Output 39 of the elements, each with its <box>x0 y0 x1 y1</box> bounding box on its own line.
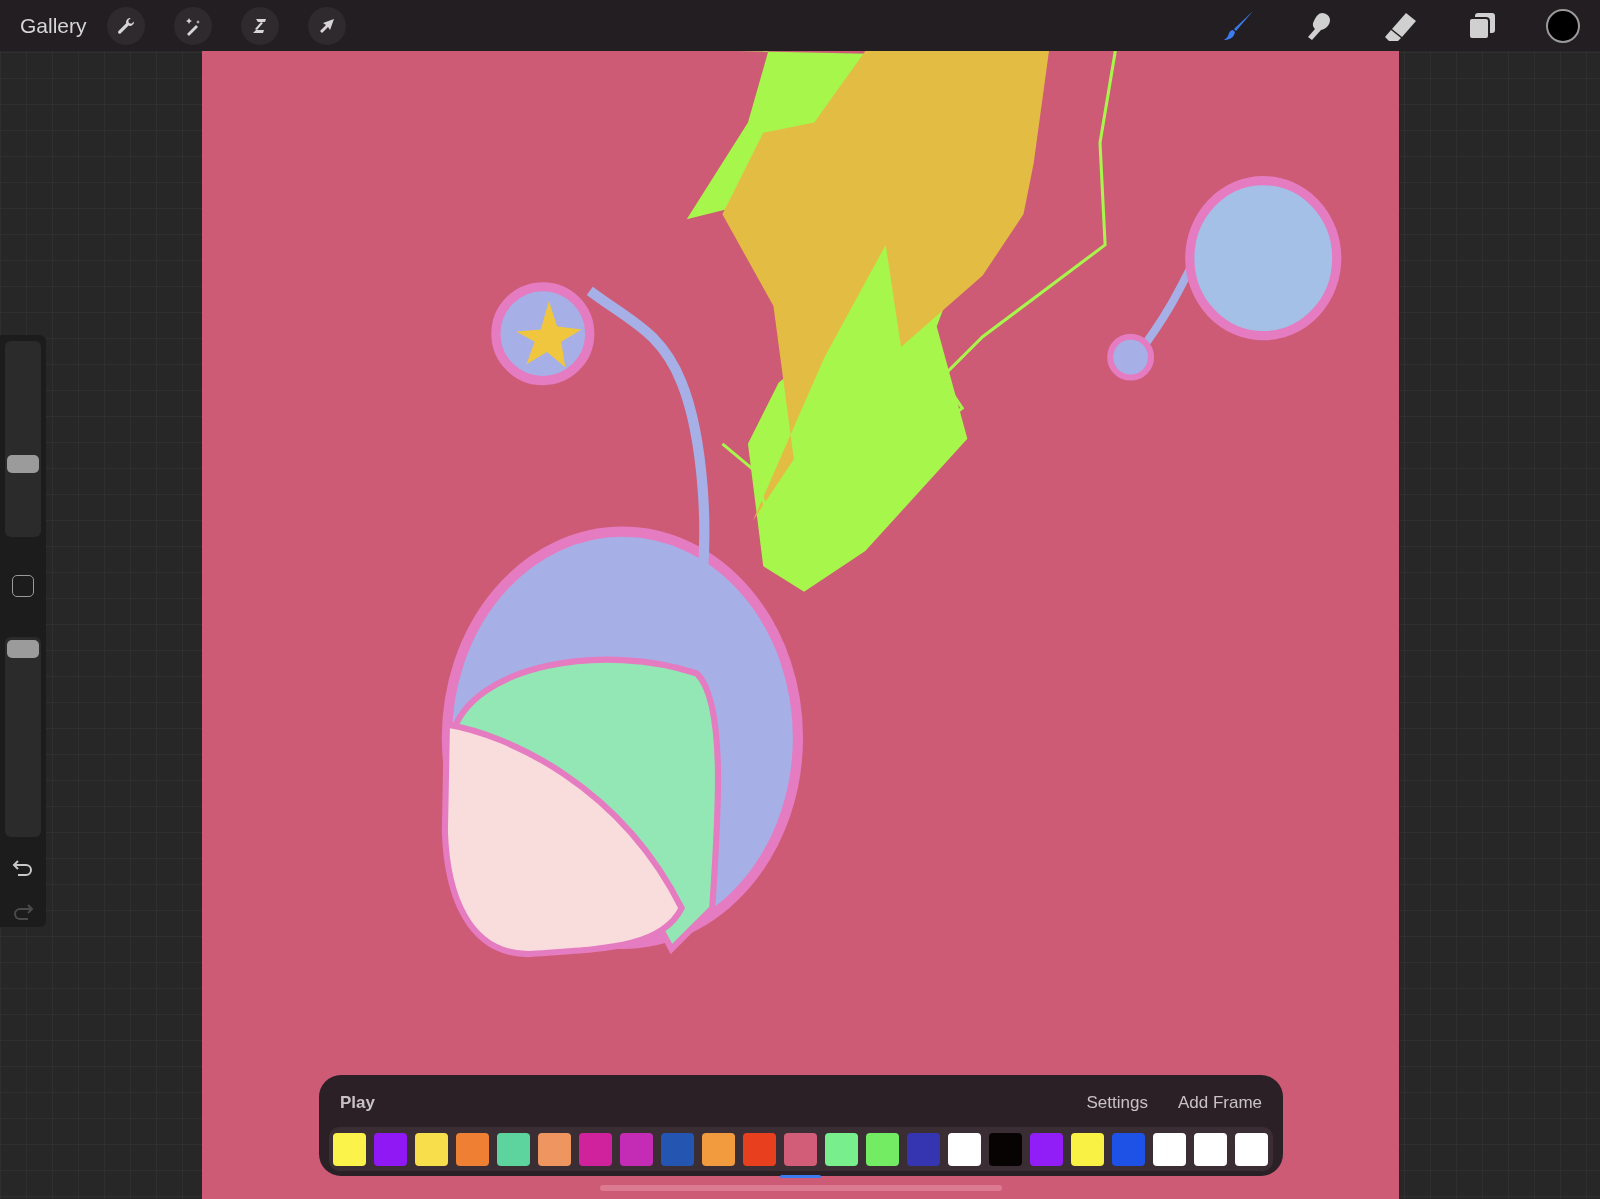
modify-button[interactable] <box>12 575 34 597</box>
opacity-slider[interactable] <box>5 637 41 837</box>
frame-thumbnail[interactable] <box>661 1132 694 1166</box>
frame-thumbnail[interactable] <box>743 1132 776 1166</box>
frame-thumbnail[interactable] <box>1153 1132 1186 1166</box>
frame-thumbnail[interactable] <box>333 1132 366 1166</box>
frame-thumbnail[interactable] <box>374 1132 407 1166</box>
wrench-icon <box>115 15 136 36</box>
eraser-icon <box>1384 10 1418 41</box>
frame-thumbnail[interactable] <box>579 1132 612 1166</box>
frame-thumbnail[interactable] <box>538 1132 571 1166</box>
add-frame-button[interactable]: Add Frame <box>1177 1093 1262 1113</box>
frame-thumbnail[interactable] <box>1071 1132 1104 1166</box>
frame-thumbnail[interactable] <box>702 1132 735 1166</box>
frame-thumbnail[interactable] <box>907 1132 940 1166</box>
undo-icon <box>12 859 34 877</box>
frame-thumbnail[interactable] <box>989 1132 1022 1166</box>
frame-thumbnail[interactable] <box>866 1132 899 1166</box>
play-button[interactable]: Play <box>340 1093 375 1113</box>
brush-icon <box>1222 8 1256 43</box>
frame-thumbnail[interactable] <box>1112 1132 1145 1166</box>
frame-thumbnail[interactable] <box>1030 1132 1063 1166</box>
undo-button[interactable] <box>12 859 34 877</box>
frame-thumbnail[interactable] <box>1194 1132 1227 1166</box>
frame-thumbnail[interactable] <box>1235 1132 1268 1166</box>
size-slider[interactable] <box>5 341 41 537</box>
gallery-button[interactable]: Gallery <box>20 13 87 38</box>
frame-thumbnail[interactable] <box>948 1132 981 1166</box>
redo-icon <box>12 903 34 921</box>
frame-thumbnail[interactable] <box>415 1132 448 1166</box>
slider-thumb[interactable] <box>7 455 39 474</box>
frame-thumbnail[interactable] <box>620 1132 653 1166</box>
slider-thumb[interactable] <box>7 640 39 658</box>
layers-icon <box>1467 10 1497 41</box>
settings-button[interactable]: Settings <box>1086 1093 1148 1113</box>
frame-thumbnail[interactable] <box>497 1132 530 1166</box>
frame-thumbnail[interactable] <box>456 1132 489 1166</box>
color-swatch[interactable] <box>1546 8 1580 43</box>
frame-thumbnail[interactable] <box>825 1132 858 1166</box>
